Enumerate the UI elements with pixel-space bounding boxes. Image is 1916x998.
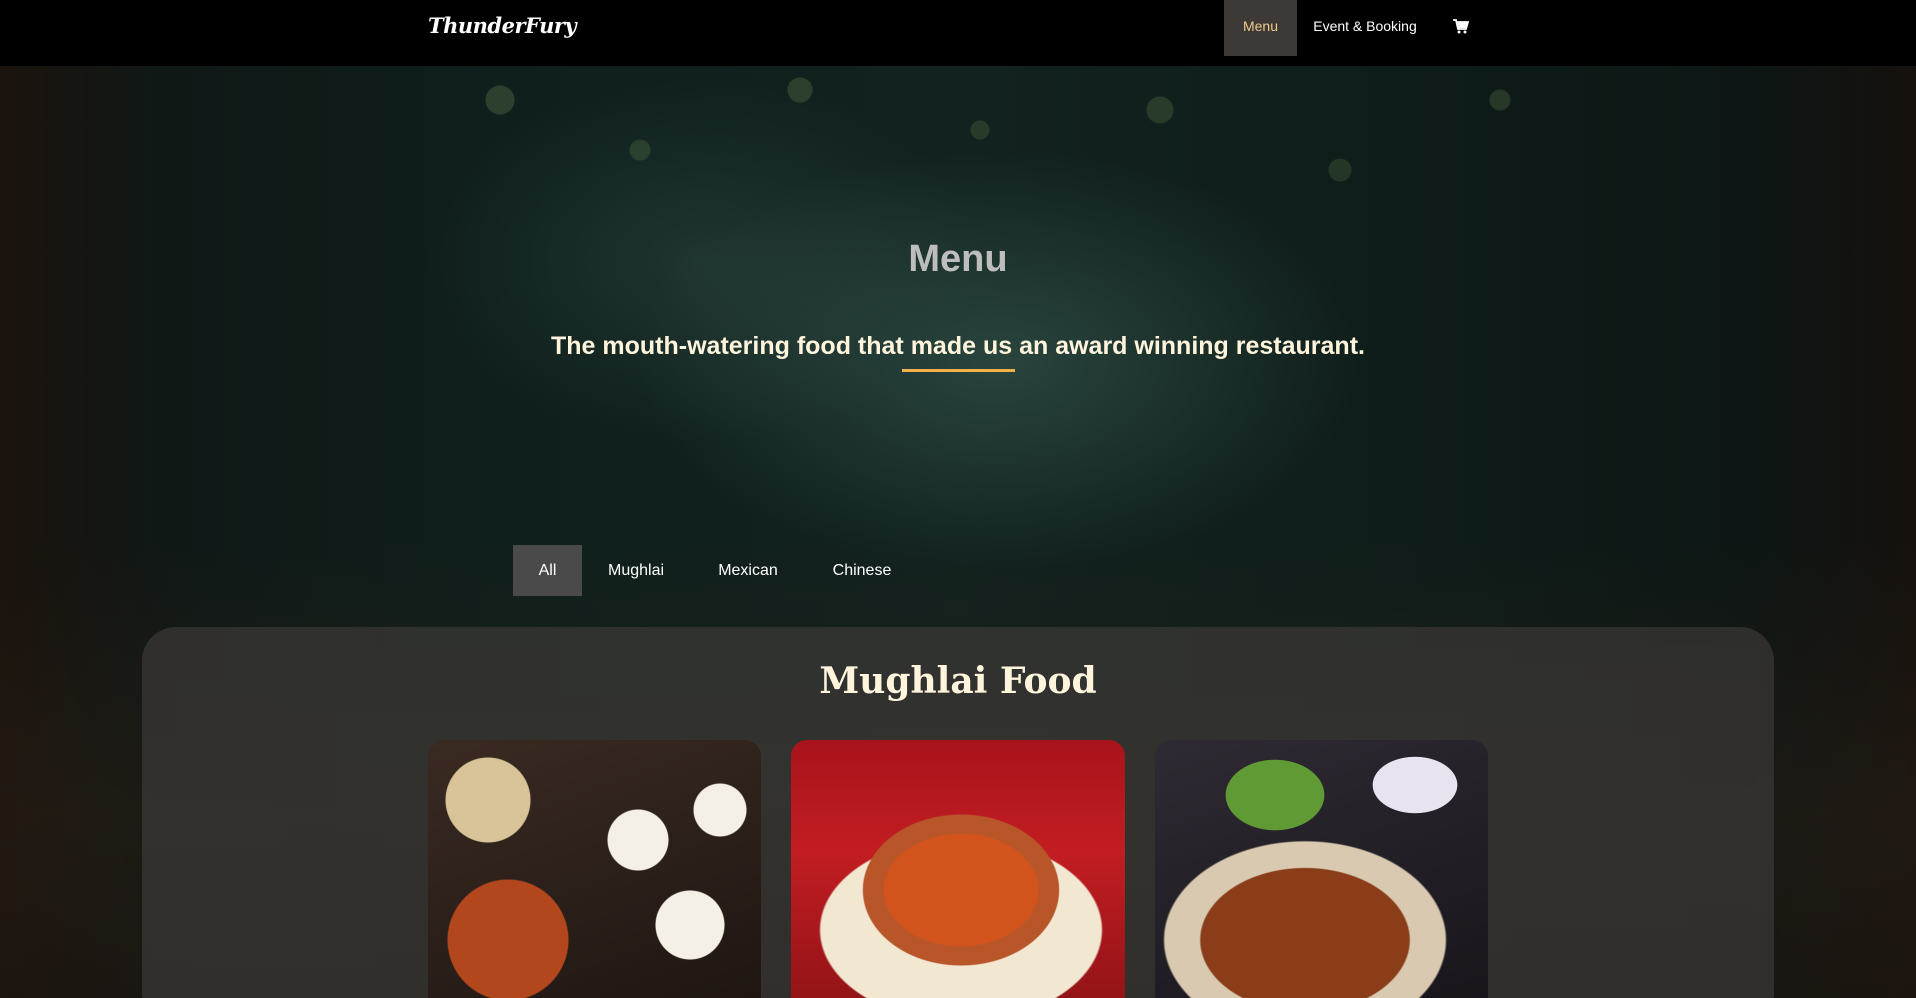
brand-logo[interactable]: ThunderFury <box>428 13 577 38</box>
top-navbar: ThunderFury Menu Event & Booking <box>0 0 1916 66</box>
filter-tab-mexican[interactable]: Mexican <box>710 545 786 596</box>
hero-subtitle: The mouth-watering food that made us an … <box>551 332 1365 360</box>
section-title: Mughlai Food <box>819 660 1097 702</box>
food-card-grilled-chicken[interactable] <box>1155 740 1488 998</box>
page-title: Menu <box>908 238 1008 280</box>
filter-tab-mughlai[interactable]: Mughlai <box>598 545 674 596</box>
filter-tab-all[interactable]: All <box>513 545 582 596</box>
page: ThunderFury Menu Event & Booking Menu Th… <box>0 0 1916 998</box>
cart-button[interactable] <box>1446 0 1476 56</box>
food-card-curry-bowl[interactable] <box>791 740 1125 998</box>
title-underline-divider <box>902 369 1015 372</box>
nav-item-event-booking[interactable]: Event & Booking <box>1306 0 1424 56</box>
nav-item-menu[interactable]: Menu <box>1224 0 1297 56</box>
filter-tab-chinese[interactable]: Chinese <box>822 545 902 596</box>
shopping-cart-icon <box>1453 19 1470 34</box>
food-card-mughlai-platter[interactable] <box>428 740 761 998</box>
